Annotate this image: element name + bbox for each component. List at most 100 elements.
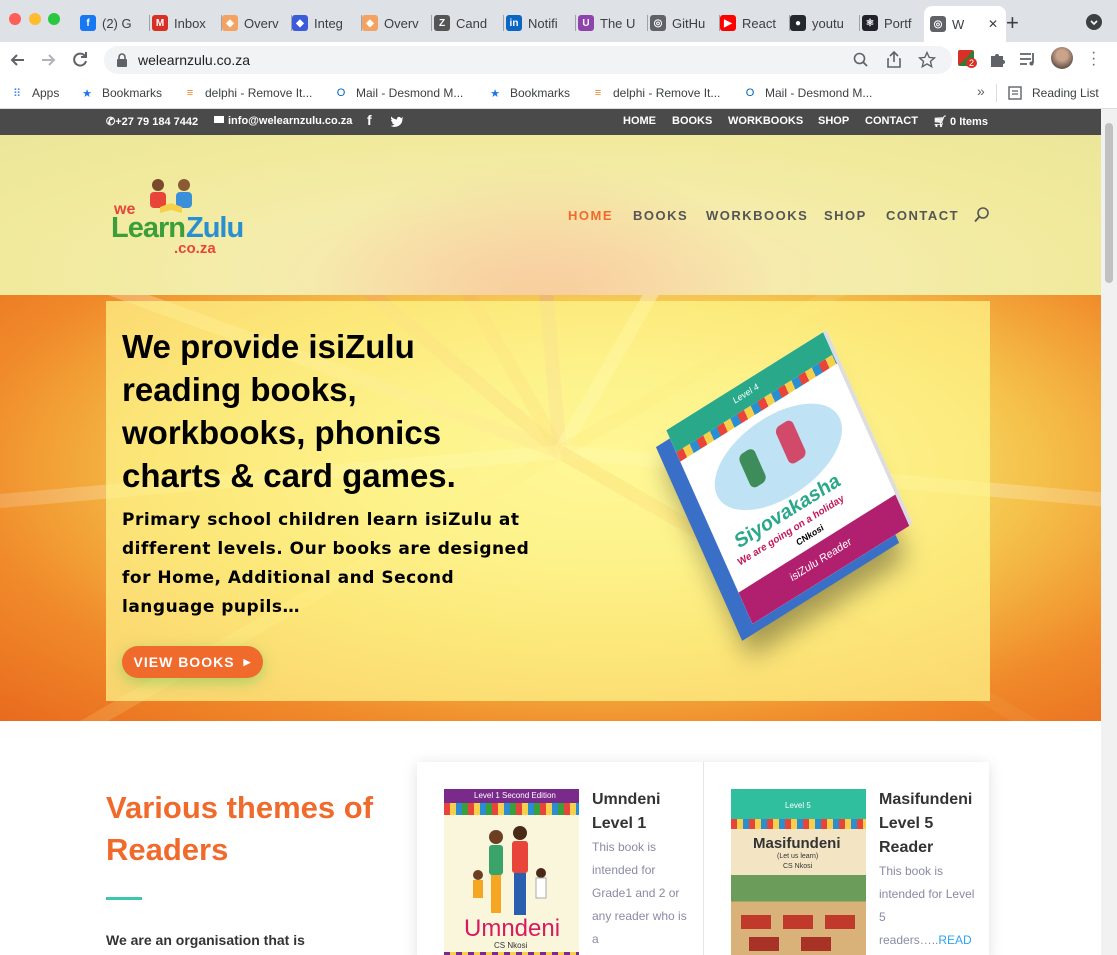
cover-author: CS Nkosi [783, 863, 813, 870]
address-bar[interactable]: welearnzulu.co.za [104, 46, 952, 74]
readers-section: Various themes of Readers We are an orga… [0, 721, 1101, 955]
close-window-button[interactable] [9, 13, 21, 25]
nav-home[interactable]: HOME [568, 208, 613, 223]
browser-tab[interactable]: ▶ React [720, 6, 790, 40]
browser-tab[interactable]: ◆ Overv [362, 6, 432, 40]
share-icon[interactable] [886, 51, 902, 69]
browser-tab[interactable]: U The U [578, 6, 648, 40]
topbar-link-contact[interactable]: CONTACT [865, 115, 918, 127]
browser-tab[interactable]: ⚛ Portf [862, 6, 932, 40]
tab-label: Overv [384, 15, 419, 31]
outlook-icon: O [745, 87, 755, 99]
bookmark-star-icon[interactable] [918, 51, 936, 69]
new-tab-button[interactable]: + [1006, 10, 1019, 36]
hero-heading: We provide isiZulu reading books, workbo… [122, 328, 456, 494]
browser-tab[interactable]: Z Cand [434, 6, 504, 40]
reload-icon[interactable] [70, 50, 90, 70]
bookmark-item[interactable]: ≡ delphi - Remove It... [183, 83, 313, 103]
view-books-button[interactable]: VIEW BOOKS ▶ [122, 646, 263, 678]
page-scrollbar[interactable] [1101, 109, 1117, 955]
reading-list-button[interactable]: Reading List [1008, 83, 1099, 103]
cart-icon: 🛒︎ [933, 116, 947, 128]
apps-grid-icon: ⠿ [12, 87, 22, 100]
tab-label: GitHu [672, 15, 706, 31]
bookmark-label: delphi - Remove It... [205, 86, 313, 100]
phone-link[interactable]: ✆+27 79 184 7442 [106, 115, 198, 128]
star-icon: ★ [82, 87, 92, 100]
card-desc-umndeni: This book is intended for Grade1 and 2 o… [592, 840, 687, 946]
browser-tab[interactable]: ◆ Overv [222, 6, 292, 40]
tab-label: Integ [314, 15, 343, 31]
twitter-icon[interactable] [390, 115, 404, 127]
bookmark-label: Bookmarks [102, 86, 163, 100]
umndeni-cover-image[interactable]: Level 1 Second Edition Umndeni CS Nkosi [444, 789, 579, 955]
nav-books[interactable]: BOOKS [633, 208, 688, 223]
bookmark-item[interactable]: O Mail - Desmond M... [334, 83, 464, 103]
topbar-link-home[interactable]: HOME [623, 115, 656, 127]
search-icon[interactable] [974, 207, 990, 223]
children-reading-illustration [150, 179, 192, 213]
bookmark-item[interactable]: ≡ delphi - Remove It... [591, 83, 721, 103]
browser-toolbar: welearnzulu.co.za 2 · · · [0, 42, 1117, 78]
card-title-umndeni[interactable]: Umndeni Level 1 [592, 788, 692, 836]
puzzle-icon[interactable] [989, 51, 1006, 68]
cover-banner: Level 1 Second Edition [474, 791, 556, 800]
blue-app-icon: ◆ [292, 15, 308, 31]
chrome-menu-icon[interactable]: · · · [1091, 45, 1097, 73]
cart-link[interactable]: 🛒︎ 0 Items [933, 115, 988, 128]
star-icon: ★ [490, 87, 500, 100]
browser-tab[interactable]: M Inbox [152, 6, 222, 40]
bookmark-item[interactable]: ★ Bookmarks [80, 83, 162, 103]
extension-icon[interactable]: 2 [958, 50, 978, 68]
close-tab-icon[interactable]: ✕ [988, 17, 998, 31]
tab-label: W [952, 16, 965, 32]
nav-contact[interactable]: CONTACT [886, 208, 959, 223]
email-link[interactable]: info@welearnzulu.co.za [214, 115, 352, 127]
tab-label: Inbox [174, 15, 206, 31]
section-intro: We are an organisation that is [106, 932, 305, 948]
card-title-masifundeni[interactable]: Masifundeni Level 5 Reader [879, 788, 979, 860]
bookmark-item[interactable]: O Mail - Desmond M... [743, 83, 873, 103]
browser-tab[interactable]: ◎ W ✕ [924, 6, 1006, 42]
bookmark-item[interactable]: ★ Bookmarks [488, 83, 570, 103]
bookmark-item[interactable]: ⠿ Apps [10, 83, 59, 103]
topbar-link-shop[interactable]: SHOP [818, 115, 849, 127]
browser-tab[interactable]: ● youtu [790, 6, 860, 40]
media-queue-icon[interactable] [1019, 51, 1037, 67]
minimize-window-button[interactable] [29, 13, 41, 25]
zoom-window-button[interactable] [48, 13, 60, 25]
more-bookmarks-button[interactable]: » [977, 83, 985, 99]
top-contact-bar: ✆+27 79 184 7442 info@welearnzulu.co.za … [0, 109, 1101, 135]
tab-label: youtu [812, 15, 844, 31]
bookmark-label: Apps [32, 86, 60, 100]
browser-tab[interactable]: in Notifi [506, 6, 576, 40]
family-illustration [473, 826, 547, 915]
topbar-link-workbooks[interactable]: WORKBOOKS [728, 115, 803, 127]
orange-app-icon: ◆ [362, 15, 378, 31]
facebook-icon[interactable]: f [367, 112, 372, 128]
cover-title: Umndeni [464, 915, 561, 942]
nav-shop[interactable]: SHOP [824, 208, 867, 223]
zoom-icon[interactable] [853, 52, 869, 68]
back-icon[interactable] [8, 50, 28, 70]
nav-workbooks[interactable]: WORKBOOKS [706, 208, 808, 223]
site-logo[interactable]: we Learn Zulu .co.za [110, 177, 260, 257]
profile-avatar[interactable] [1051, 47, 1073, 69]
browser-tab[interactable]: f (2) G [80, 6, 150, 40]
browser-tab[interactable]: ◎ GitHu [650, 6, 720, 40]
tab-label: Notifi [528, 15, 558, 31]
purple-app-icon: U [578, 15, 594, 31]
logo-domain: .co.za [174, 240, 216, 257]
bookmarks-bar: ⠿ Apps ★ Bookmarks ≡ delphi - Remove It... O Ma… [0, 78, 1117, 109]
scrollbar-thumb[interactable] [1105, 123, 1113, 283]
reading-list-label: Reading List [1032, 86, 1099, 100]
browser-tab[interactable]: ◆ Integ [292, 6, 362, 40]
hero-text: Primary school children learn isiZulu at… [122, 510, 530, 617]
tab-search-button[interactable] [1086, 14, 1102, 30]
topbar-link-books[interactable]: BOOKS [672, 115, 712, 127]
masifundeni-cover-image[interactable]: Level 5 Masifundeni (Let us learn) CS Nk… [731, 789, 866, 955]
cover-author: CS Nkosi [494, 941, 528, 950]
read-more-link[interactable]: READ [938, 933, 971, 947]
outlook-icon: O [336, 87, 346, 99]
forward-icon[interactable] [38, 50, 58, 70]
